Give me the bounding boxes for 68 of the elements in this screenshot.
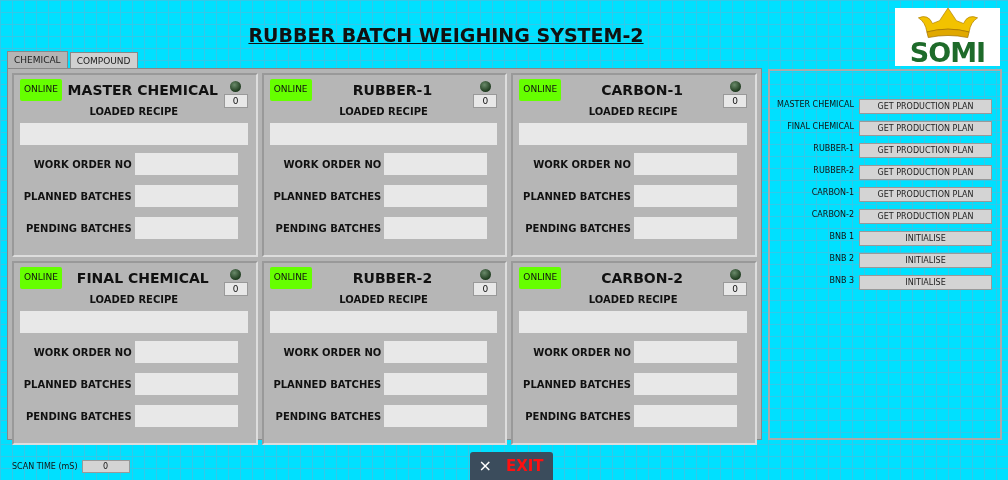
- station-title: CARBON-1: [601, 81, 683, 100]
- scan-time-label: SCAN TIME (mS): [12, 460, 78, 473]
- status-indicator: ONLINE: [269, 79, 312, 101]
- field-label: LOADED RECIPE: [338, 105, 429, 119]
- field-label: WORK ORDER NO: [33, 157, 132, 172]
- station-title: MASTER CHEMICAL: [67, 81, 218, 100]
- field-label: PENDING BATCHES: [275, 409, 382, 424]
- action-label: RUBBER-1: [813, 143, 854, 155]
- exit-button[interactable]: × EXIT: [469, 452, 553, 480]
- count-display: 0: [723, 282, 747, 296]
- count-display: 0: [223, 94, 248, 108]
- field-label: LOADED RECIPE: [587, 293, 679, 307]
- action-label: CARBON-2: [811, 209, 854, 221]
- action-label: RUBBER-2: [813, 165, 854, 177]
- field-label: LOADED RECIPE: [587, 105, 679, 119]
- station-title: FINAL CHEMICAL: [76, 269, 209, 288]
- field-label: LOADED RECIPE: [88, 293, 180, 307]
- field-label: PENDING BATCHES: [525, 221, 631, 236]
- action-button[interactable]: GET PRODUCTION PLAN: [859, 209, 992, 224]
- field-label: PLANNED BATCHES: [523, 189, 631, 204]
- field-label: PLANNED BATCHES: [23, 377, 132, 392]
- scan-time-display: 0: [81, 460, 130, 473]
- status-indicator: ONLINE: [269, 267, 312, 289]
- action-button[interactable]: GET PRODUCTION PLAN: [859, 121, 992, 136]
- count-display: 0: [723, 94, 747, 108]
- action-label: FINAL CHEMICAL: [787, 121, 854, 133]
- action-label: CARBON-1: [811, 187, 854, 199]
- field-label: PENDING BATCHES: [525, 409, 631, 424]
- field-label: WORK ORDER NO: [33, 345, 132, 360]
- count-display: 0: [473, 94, 498, 108]
- station-title: RUBBER-1: [352, 81, 433, 100]
- field-label: WORK ORDER NO: [533, 157, 631, 172]
- status-indicator: ONLINE: [519, 79, 562, 101]
- page-title: RUBBER BATCH WEIGHING SYSTEM-2: [248, 22, 644, 48]
- action-label: MASTER CHEMICAL: [777, 99, 854, 111]
- action-button[interactable]: GET PRODUCTION PLAN: [859, 143, 992, 158]
- count-display: 0: [473, 282, 498, 296]
- action-button[interactable]: INITIALISE: [859, 231, 992, 246]
- field-label: LOADED RECIPE: [88, 105, 180, 119]
- field-label: PLANNED BATCHES: [523, 377, 631, 392]
- station-title: RUBBER-2: [352, 269, 433, 288]
- action-button[interactable]: INITIALISE: [859, 275, 992, 290]
- field-label: WORK ORDER NO: [533, 345, 631, 360]
- action-button[interactable]: GET PRODUCTION PLAN: [859, 99, 992, 114]
- close-icon: ×: [478, 454, 492, 478]
- tab[interactable]: CHEMICAL: [7, 51, 68, 68]
- action-button[interactable]: INITIALISE: [859, 253, 992, 268]
- action-label: BNB 3: [829, 275, 854, 287]
- status-indicator: ONLINE: [519, 267, 562, 289]
- field-label: PLANNED BATCHES: [23, 189, 132, 204]
- tab[interactable]: COMPOUND: [69, 52, 138, 68]
- field-label: PENDING BATCHES: [275, 221, 382, 236]
- logo-text: SOMI: [909, 39, 986, 66]
- field-label: PLANNED BATCHES: [273, 377, 382, 392]
- action-label: BNB 1: [829, 231, 854, 243]
- action-button[interactable]: GET PRODUCTION PLAN: [859, 187, 992, 202]
- field-label: PENDING BATCHES: [25, 221, 132, 236]
- field-label: PLANNED BATCHES: [273, 189, 382, 204]
- action-label: BNB 2: [829, 253, 854, 265]
- count-display: 0: [223, 282, 248, 296]
- status-indicator: ONLINE: [20, 79, 62, 101]
- field-label: WORK ORDER NO: [283, 345, 382, 360]
- field-label: PENDING BATCHES: [25, 409, 132, 424]
- station-title: CARBON-2: [601, 269, 683, 288]
- status-indicator: ONLINE: [20, 267, 62, 289]
- action-button[interactable]: GET PRODUCTION PLAN: [859, 165, 992, 180]
- field-label: WORK ORDER NO: [283, 157, 382, 172]
- field-label: LOADED RECIPE: [338, 293, 429, 307]
